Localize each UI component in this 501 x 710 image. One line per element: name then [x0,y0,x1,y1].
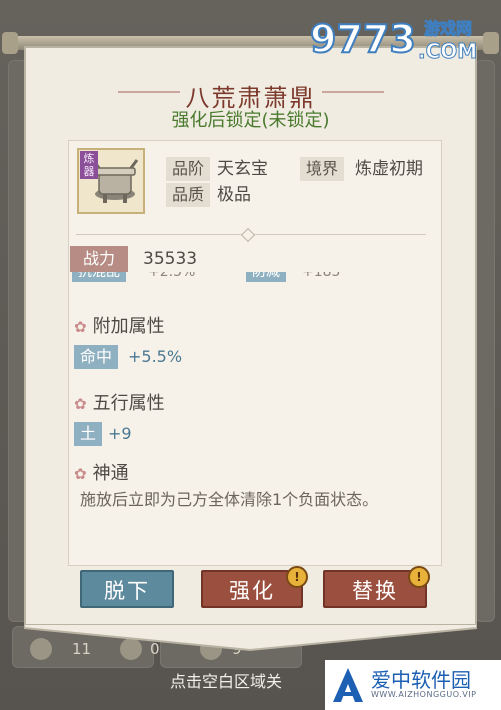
extra-attr-title: 附加属性 [92,316,165,337]
extra-attr-heading: ✿ 附加属性 [74,314,165,340]
quality-label: 品质 [166,183,211,207]
ability-description: 施放后立即为己方全体清除1个负面状态。 [80,490,379,509]
five-elements-title: 五行属性 [92,393,165,414]
hit-label: 命中 [74,345,119,369]
hit-value: +5.5% [128,347,183,366]
panel-tail [24,624,477,652]
flower-icon: ✿ [74,465,87,483]
earth-label: 土 [74,422,103,446]
svg-text:游戏网: 游戏网 [424,19,472,38]
watermark-9773: 9773 游戏网 .COM [306,8,496,68]
stat-label: 抗混乱 [72,272,126,282]
power-value: 35533 [143,249,198,269]
watermark-aizhong: 爱中软件园 WWW.AIZHONGGUO.VIP [325,660,501,710]
flower-icon: ✿ [74,395,87,413]
quality-value: 极品 [217,185,251,205]
watermark-text: 爱中软件园 [371,668,471,692]
lock-status[interactable]: 强化后锁定(未锁定) [0,106,501,132]
ability-heading: ✿ 神通 [74,461,129,487]
flower-icon: ✿ [74,318,87,336]
stat-value: +185 [302,272,341,280]
alert-badge-icon: ! [286,566,308,588]
realm-value: 炼虚初期 [355,159,423,179]
background-right-column [475,60,495,622]
alert-badge-icon: ! [408,566,430,588]
grade-label: 品阶 [166,157,211,181]
close-hint[interactable]: 点击空白区域关 [170,668,282,692]
stat-label: 防减 [246,272,286,282]
stat-value: +2.5% [148,272,196,280]
svg-text:9773: 9773 [310,17,416,61]
scroll-rod-cap [2,32,18,54]
five-elements-heading: ✿ 五行属性 [74,391,165,417]
ability-title: 神通 [92,463,129,484]
svg-text:.COM: .COM [418,39,477,63]
watermark-url: WWW.AIZHONGGUO.VIP [371,690,477,699]
power-label: 战力 [70,246,128,272]
realm-label: 境界 [300,157,345,181]
category-tag: 炼 器 [80,151,98,179]
grade-value: 天玄宝 [217,159,268,179]
unequip-button[interactable]: 脱下 [80,570,174,608]
stats-scroll-area[interactable]: 抗混乱 +2.5% 防减 +185 [70,272,400,286]
aizhong-logo-icon [333,668,363,702]
earth-value: +9 [108,424,132,443]
